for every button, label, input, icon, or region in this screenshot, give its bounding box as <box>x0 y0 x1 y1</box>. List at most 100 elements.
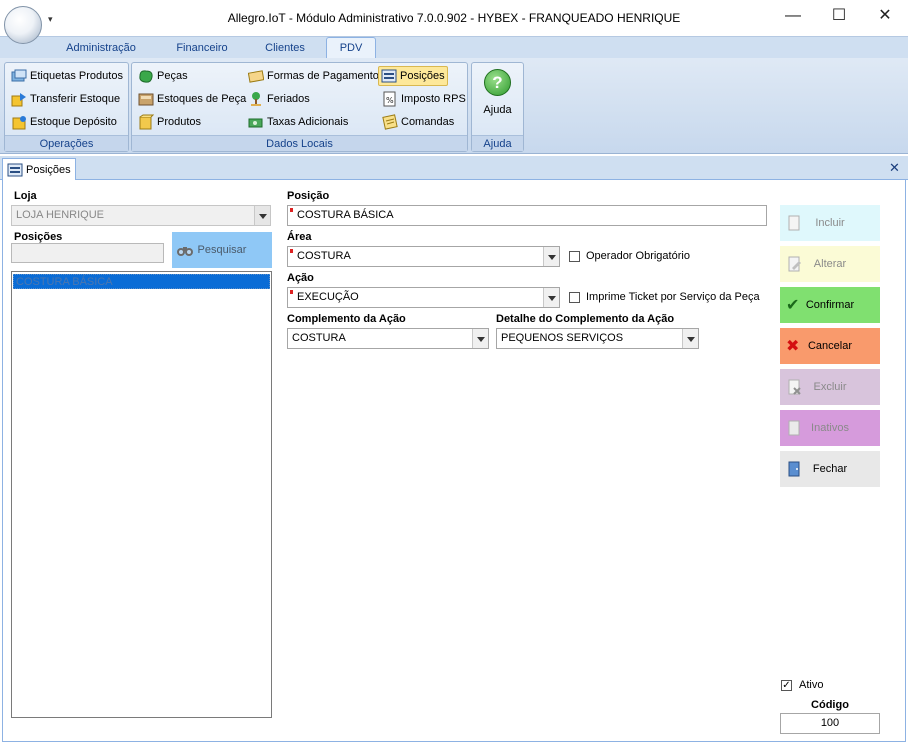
detalhe-label: Detalhe do Complemento da Ação <box>496 313 675 325</box>
holidays-icon <box>248 91 264 107</box>
document-tab-posicoes[interactable]: Posições <box>2 158 76 180</box>
chevron-down-icon[interactable] <box>543 288 559 307</box>
group-label-operacoes: Operações <box>5 135 128 151</box>
detalhe-select-value: PEQUENOS SERVIÇOS <box>501 332 624 344</box>
alterar-button-label: Alterar <box>813 258 847 270</box>
checkmark-icon: ✔ <box>786 297 800 314</box>
cancel-icon: ✖ <box>786 338 800 355</box>
inativos-button[interactable]: Inativos <box>780 410 880 446</box>
chevron-down-icon[interactable] <box>472 329 488 348</box>
posicoes-label: Posições <box>14 231 63 243</box>
edit-document-icon <box>786 256 802 272</box>
acao-select-value: EXECUÇÃO <box>297 291 359 303</box>
ribbon-produtos[interactable]: Produtos <box>138 112 201 132</box>
positions-icon <box>381 68 397 84</box>
ribbon-item-label: Estoques de Peça <box>157 93 247 105</box>
maximize-button[interactable]: ☐ <box>816 0 862 32</box>
confirmar-button[interactable]: ✔ Confirmar <box>780 287 880 323</box>
ribbon-pecas[interactable]: Peças <box>138 66 188 86</box>
ribbon-etiquetas-produtos[interactable]: Etiquetas Produtos <box>11 66 123 86</box>
warehouse-stock-icon <box>11 114 27 130</box>
ribbon-feriados[interactable]: Feriados <box>248 89 310 109</box>
pesquisar-button-label: Pesquisar <box>197 244 247 256</box>
tab-pdv[interactable]: PDV <box>326 37 376 60</box>
chevron-down-icon[interactable] <box>543 247 559 266</box>
ribbon-item-label: Comandas <box>401 116 455 128</box>
codigo-label: Código <box>811 699 849 711</box>
delete-document-icon <box>786 379 802 395</box>
loja-select-value: LOJA HENRIQUE <box>16 209 105 221</box>
group-label-dados-locais: Dados Locais <box>132 135 467 151</box>
ribbon-transferir-estoque[interactable]: Transferir Estoque <box>11 89 120 109</box>
document-tab-label: Posições <box>26 163 71 176</box>
imprime-ticket-checkbox[interactable] <box>569 292 580 303</box>
new-document-icon <box>786 215 802 231</box>
ribbon-item-label: Feriados <box>267 93 310 105</box>
ribbon-posicoes[interactable]: Posições <box>378 66 448 86</box>
close-window-button[interactable]: ✕ <box>862 0 908 32</box>
tab-financeiro[interactable]: Financeiro <box>164 38 240 58</box>
help-icon: ? <box>484 69 511 96</box>
posicoes-search-input[interactable] <box>11 243 164 263</box>
chevron-down-icon[interactable] <box>254 206 270 225</box>
ribbon-formas-de-pagamento[interactable]: Formas de Pagamento <box>247 66 379 86</box>
alterar-button[interactable]: Alterar <box>780 246 880 282</box>
loja-label: Loja <box>14 190 37 202</box>
inactive-document-icon <box>786 420 802 436</box>
ribbon-item-label: Produtos <box>157 116 202 128</box>
application-orb-button[interactable] <box>4 6 42 44</box>
group-label-ajuda: Ajuda <box>472 135 523 151</box>
tab-clientes[interactable]: Clientes <box>254 38 316 58</box>
excluir-button-label: Excluir <box>813 381 847 393</box>
incluir-button[interactable]: Incluir <box>780 205 880 241</box>
products-icon <box>138 114 155 130</box>
close-document-icon[interactable]: ✕ <box>889 160 900 176</box>
complemento-select-value: COSTURA <box>292 332 346 344</box>
complemento-select[interactable]: COSTURA <box>287 328 489 349</box>
group-dados-locais: Peças Estoques de Peça Produtos Formas d… <box>131 62 468 152</box>
loja-select[interactable]: LOJA HENRIQUE <box>11 205 271 226</box>
complemento-label: Complemento da Ação <box>287 313 406 325</box>
excluir-button[interactable]: Excluir <box>780 369 880 405</box>
ativo-checkbox[interactable]: ✓ <box>781 680 792 691</box>
ribbon-imposto-rps[interactable]: % Imposto RPS <box>382 89 466 109</box>
ribbon-item-label: Taxas Adicionais <box>267 116 349 128</box>
ribbon-estoque-deposito[interactable]: Estoque Depósito <box>11 112 117 132</box>
acao-label: Ação <box>287 272 314 284</box>
posicoes-list[interactable]: COSTURA BÁSICA <box>11 271 272 718</box>
ribbon-comandas[interactable]: Comandas <box>382 112 454 132</box>
transfer-stock-icon <box>11 91 27 107</box>
labels-icon <box>11 68 27 84</box>
ribbon-item-label: Formas de Pagamento <box>267 70 379 82</box>
parts-stock-icon <box>138 91 154 107</box>
detalhe-select[interactable]: PEQUENOS SERVIÇOS <box>496 328 699 349</box>
area-label: Área <box>287 231 312 243</box>
orders-icon <box>382 114 398 130</box>
ribbon-item-label: Etiquetas Produtos <box>30 70 123 82</box>
group-ajuda: ? Ajuda Ajuda <box>471 62 524 152</box>
acao-select[interactable]: EXECUÇÃO <box>287 287 560 308</box>
area-select-value: COSTURA <box>297 250 351 262</box>
codigo-field: 100 <box>780 713 880 734</box>
fechar-button[interactable]: Fechar <box>780 451 880 487</box>
parts-icon <box>138 68 154 84</box>
list-item[interactable]: COSTURA BÁSICA <box>13 274 270 289</box>
ribbon-estoques-de-peca[interactable]: Estoques de Peça <box>138 89 246 109</box>
cancelar-button[interactable]: ✖ Cancelar <box>780 328 880 364</box>
binoculars-icon <box>176 242 194 258</box>
ribbon-item-label: Transferir Estoque <box>30 93 121 105</box>
pesquisar-button[interactable]: Pesquisar <box>172 232 272 268</box>
chevron-down-icon[interactable] <box>682 329 698 348</box>
minimize-button[interactable]: — <box>770 0 816 32</box>
ribbon-ajuda-button[interactable]: ? Ajuda <box>472 66 523 118</box>
cancelar-button-label: Cancelar <box>807 340 853 352</box>
ribbon-taxas-adicionais[interactable]: Taxas Adicionais <box>248 112 348 132</box>
operador-obrigatorio-checkbox[interactable] <box>569 251 580 262</box>
area-select[interactable]: COSTURA <box>287 246 560 267</box>
exit-door-icon <box>786 461 802 477</box>
posicao-input[interactable]: COSTURA BÁSICA <box>287 205 767 226</box>
payment-methods-icon <box>247 68 265 84</box>
ribbon-item-label: Imposto RPS <box>401 93 466 105</box>
tab-administracao[interactable]: Administração <box>56 38 146 58</box>
ribbon-item-label: Posições <box>400 70 445 82</box>
